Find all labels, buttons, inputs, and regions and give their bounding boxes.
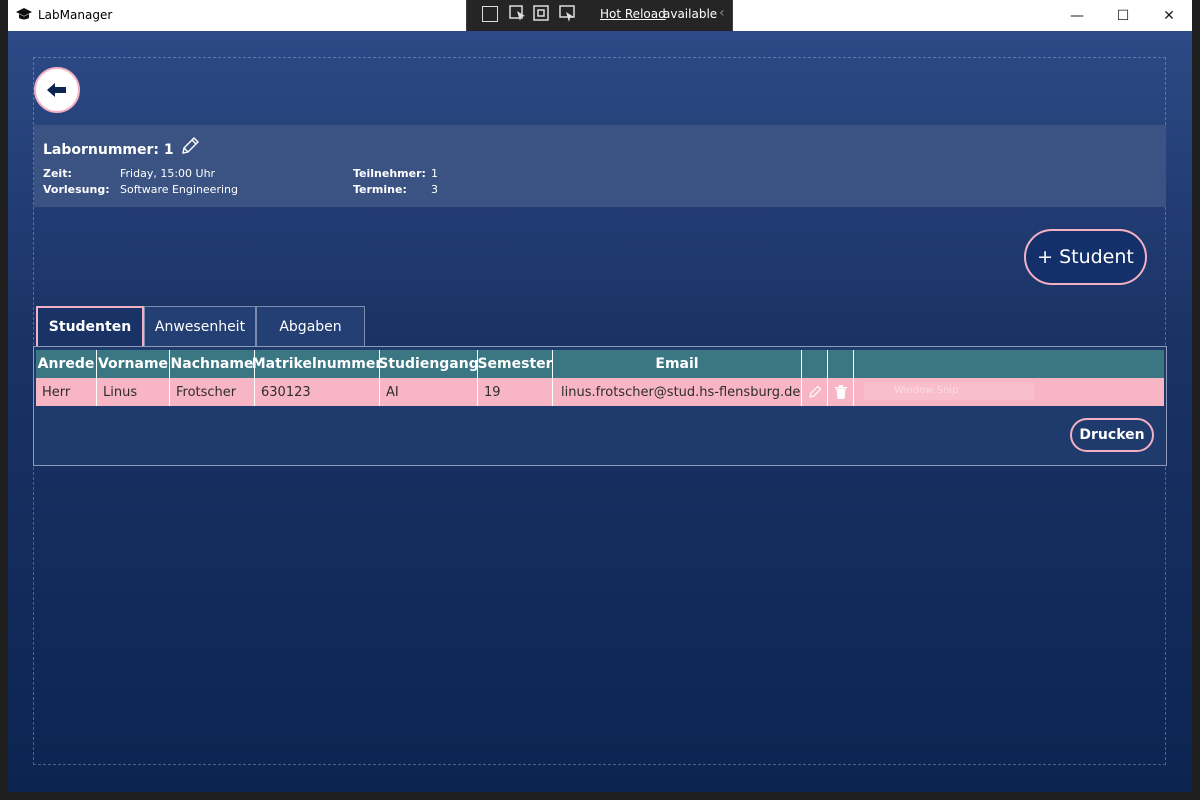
tab-abgaben[interactable]: Abgaben: [256, 306, 365, 346]
cell-email: linus.frotscher@stud.hs-flensburg.de: [553, 378, 802, 406]
cell-anrede: Herr: [36, 378, 97, 406]
tab-studenten[interactable]: Studenten: [36, 306, 144, 346]
column-header-matrikelnummer[interactable]: Matrikelnummer: [252, 350, 382, 378]
cell-matrikelnummer: 630123: [255, 378, 380, 406]
add-student-button[interactable]: + Student: [1024, 229, 1147, 285]
lab-info-panel: Labornummer: 1 Zeit: Friday, 15:00 Uhr V…: [34, 125, 1166, 207]
delete-row-button[interactable]: [828, 378, 854, 406]
close-button[interactable]: ✕: [1146, 0, 1192, 31]
vorlesung-value: Software Engineering: [120, 183, 238, 196]
pencil-icon[interactable]: [180, 136, 200, 156]
edit-icon: [808, 385, 821, 398]
main-content: Labornummer: 1 Zeit: Friday, 15:00 Uhr V…: [8, 31, 1192, 792]
column-header-delete: [828, 350, 854, 378]
hot-reload-status: available: [663, 7, 718, 21]
live-visual-tree-icon[interactable]: [482, 6, 498, 22]
window-snip-overlay: Window Snip: [864, 382, 1034, 400]
lab-title: Labornummer: 1: [43, 142, 174, 158]
teilnehmer-label: Teilnehmer:: [353, 167, 426, 180]
cell-studiengang: AI: [380, 378, 478, 406]
table-row[interactable]: Herr Linus Frotscher 630123 AI 19 linus.…: [36, 378, 1164, 406]
column-header-semester[interactable]: Semester: [477, 350, 553, 378]
hot-reload-link[interactable]: Hot Reload: [600, 7, 666, 21]
zeit-value: Friday, 15:00 Uhr: [120, 167, 216, 180]
column-header-anrede[interactable]: Anrede: [36, 350, 97, 378]
cell-semester: 19: [478, 378, 553, 406]
display-layout-adorners-icon[interactable]: [533, 5, 551, 23]
cell-nachname: Frotscher: [170, 378, 255, 406]
teilnehmer-value: 1: [431, 167, 438, 180]
trash-icon: [834, 385, 847, 399]
column-header-studiengang[interactable]: Studiengang: [378, 350, 479, 378]
termine-value: 3: [431, 183, 438, 196]
column-header-email[interactable]: Email: [553, 350, 802, 378]
track-focus-icon[interactable]: [559, 5, 577, 23]
column-header-nachname[interactable]: Nachname: [170, 350, 255, 378]
app-window: LabManager — ☐ ✕ Hot Reload available ‹: [8, 0, 1192, 792]
app-icon: [16, 8, 32, 20]
back-arrow-icon: [47, 83, 66, 97]
minimize-button[interactable]: —: [1054, 0, 1100, 31]
window-title: LabManager: [38, 8, 113, 22]
column-header-edit: [802, 350, 828, 378]
column-header-vorname[interactable]: Vorname: [97, 350, 170, 378]
back-button[interactable]: [34, 67, 80, 113]
collapse-chevron-icon[interactable]: ‹: [719, 5, 725, 21]
vorlesung-label: Vorlesung:: [43, 183, 110, 196]
termine-label: Termine:: [353, 183, 407, 196]
students-table: Anrede Vorname Nachname Matrikelnummer S…: [33, 346, 1167, 466]
zeit-label: Zeit:: [43, 167, 72, 180]
drucken-button[interactable]: Drucken: [1070, 418, 1154, 452]
select-element-icon[interactable]: [509, 5, 527, 23]
maximize-button[interactable]: ☐: [1100, 0, 1146, 31]
tab-anwesenheit[interactable]: Anwesenheit: [144, 306, 256, 346]
table-header: Anrede Vorname Nachname Matrikelnummer S…: [36, 350, 1164, 378]
cell-vorname: Linus: [97, 378, 170, 406]
edit-row-button[interactable]: [802, 378, 828, 406]
